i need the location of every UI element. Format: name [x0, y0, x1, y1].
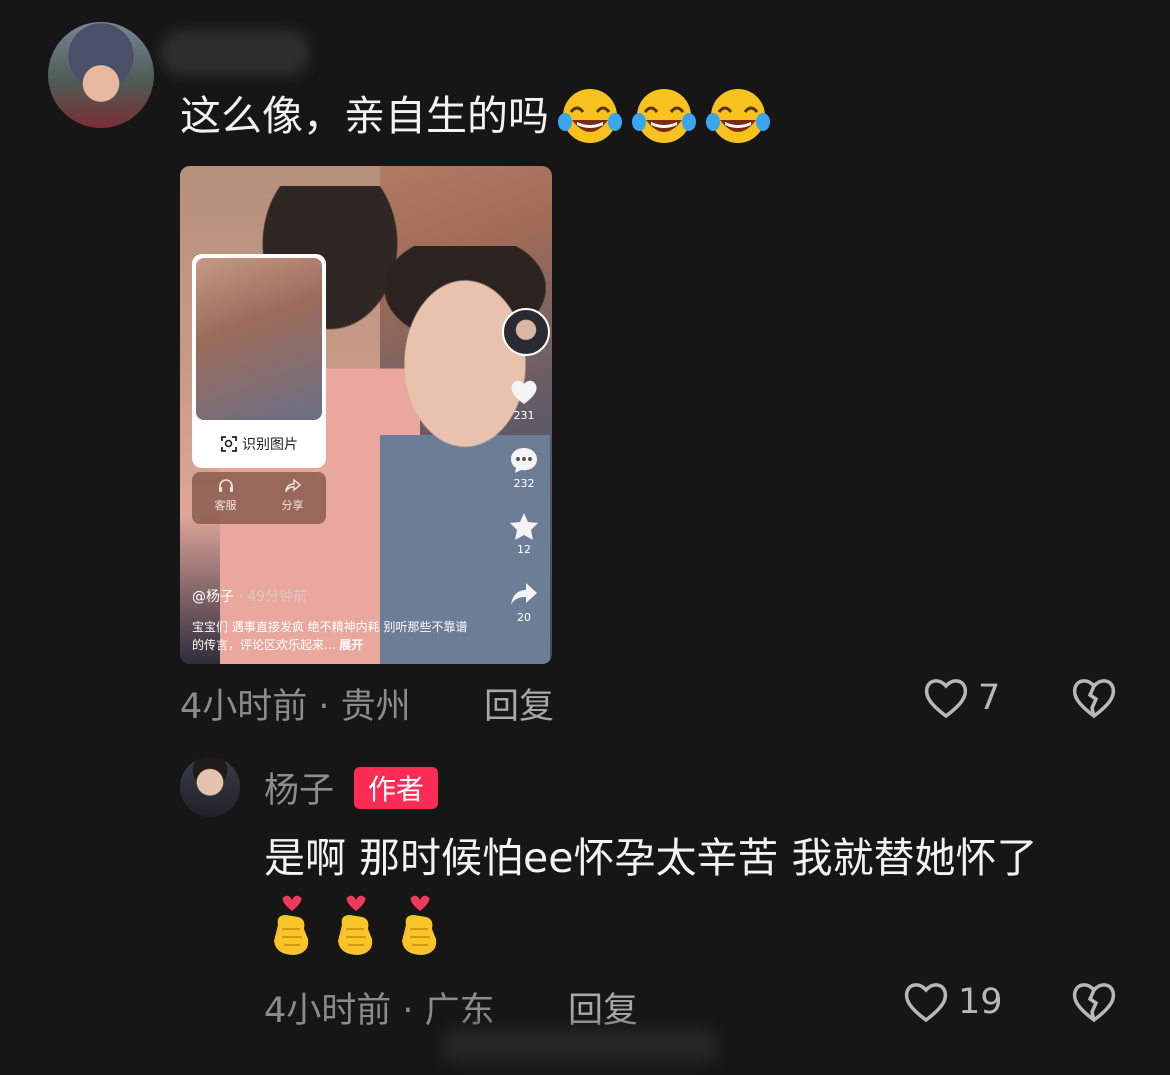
dislike-button[interactable]	[1070, 676, 1118, 724]
tears-of-joy-emoji-icon	[558, 89, 622, 143]
dislike-button[interactable]	[1070, 980, 1118, 1028]
finger-heart-emoji-icon	[338, 895, 373, 955]
broken-heart-icon	[1072, 983, 1116, 1023]
reply-button[interactable]: 回复	[484, 678, 554, 729]
reply-text: 是啊 那时候怕ee怀孕太辛苦 我就替她怀了	[264, 834, 1038, 882]
author-badge: 作者	[354, 767, 438, 809]
comment-meta: 4小时前 · 贵州	[180, 687, 411, 727]
post-favorite-button[interactable]: 12	[500, 512, 548, 556]
service-button[interactable]: 客服	[192, 478, 259, 513]
post-comment-button[interactable]: 232	[500, 446, 548, 490]
post-description: 宝宝们 遇事直接发疯 绝不精神内耗 别听那些不靠谱的传言，评论区欢乐起来... …	[192, 620, 468, 652]
long-press-menu: 识别图片	[192, 254, 326, 468]
blurred-username	[160, 30, 310, 76]
tears-of-joy-emoji-icon	[706, 89, 770, 143]
post-author-handle[interactable]: @杨子 · 49分钟前	[192, 586, 307, 606]
author-avatar[interactable]	[180, 757, 240, 817]
share-arrow-icon	[511, 583, 537, 605]
expand-link[interactable]: 展开	[339, 638, 363, 652]
heart-outline-icon	[924, 679, 968, 719]
like-button[interactable]: 7	[922, 676, 1000, 720]
identify-image-button[interactable]: 识别图片	[192, 422, 326, 466]
tears-of-joy-emoji-icon	[632, 89, 696, 143]
comment-text: 这么像，亲自生的吗	[180, 84, 771, 148]
share-arrow-icon	[284, 478, 301, 493]
reply-meta: 4小时前 · 广东	[264, 991, 495, 1031]
comment-bubble-icon	[511, 448, 537, 473]
headset-icon	[218, 479, 233, 492]
heart-icon	[511, 380, 537, 404]
post-like-button[interactable]: 231	[500, 378, 548, 422]
commenter-avatar[interactable]	[48, 22, 154, 128]
post-author-avatar[interactable]	[502, 308, 550, 356]
broken-heart-icon	[1072, 679, 1116, 719]
share-button[interactable]: 分享	[259, 478, 326, 513]
menu-preview-photo	[196, 258, 322, 420]
like-button[interactable]: 19	[902, 980, 1003, 1024]
finger-heart-emoji-icon	[274, 895, 309, 955]
heart-outline-icon	[904, 983, 948, 1023]
emoji-row	[268, 895, 444, 957]
star-icon	[510, 513, 538, 540]
author-name[interactable]: 杨子	[264, 762, 334, 813]
finger-heart-emoji-icon	[402, 895, 437, 955]
attached-post-image[interactable]: 识别图片 客服 分享 231 232 12 20 @杨子 · 49分钟前 宝宝们…	[180, 166, 552, 664]
post-share-button[interactable]: 20	[500, 580, 548, 624]
scan-icon	[221, 436, 237, 452]
post-action-bar: 客服 分享	[192, 472, 326, 524]
reply-button[interactable]: 回复	[568, 982, 638, 1033]
blurred-watermark	[440, 1028, 720, 1064]
